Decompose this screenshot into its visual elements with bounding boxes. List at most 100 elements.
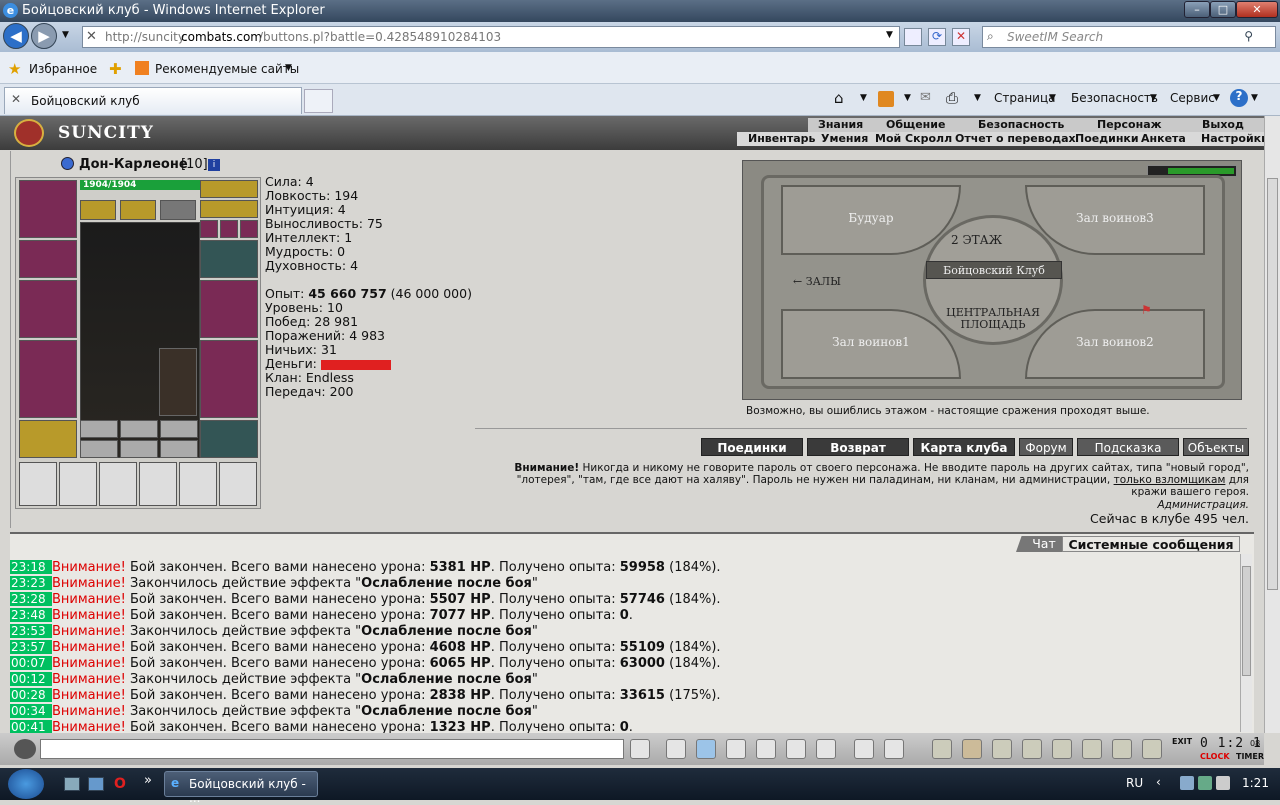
language-indicator[interactable]: RU bbox=[1126, 776, 1143, 790]
halls-link[interactable]: ← ЗАЛЫ bbox=[793, 275, 841, 288]
quicklaunch-more-icon[interactable]: » bbox=[144, 773, 152, 788]
url-dropdown-icon[interactable]: ▼ bbox=[886, 30, 893, 40]
pocket-slot-2[interactable] bbox=[120, 420, 158, 438]
return-button[interactable]: Возврат bbox=[807, 438, 909, 456]
filter-icon[interactable] bbox=[696, 739, 716, 759]
page-scrollbar-thumb[interactable] bbox=[1267, 178, 1278, 590]
submenu-my-scroll[interactable]: Мой Скролл bbox=[875, 132, 952, 145]
crackers-link[interactable]: только взломщикам bbox=[1114, 474, 1226, 486]
quicklaunch-opera-icon[interactable]: O bbox=[114, 776, 126, 792]
scroll-slot-3[interactable] bbox=[99, 462, 137, 506]
submenu-settings[interactable]: Настройки bbox=[1201, 132, 1269, 145]
home-icon[interactable]: ⌂ bbox=[834, 89, 844, 107]
log-time[interactable]: 23:23 bbox=[10, 576, 52, 590]
action-icon-1[interactable] bbox=[932, 739, 952, 759]
help-icon[interactable]: ? bbox=[1230, 89, 1248, 107]
chevron-down-icon[interactable]: ▼ bbox=[285, 63, 292, 73]
taskbar-ie-window[interactable]: e Бойцовский клуб - ... bbox=[164, 771, 318, 805]
timer-toggle[interactable]: TIMER bbox=[1236, 752, 1264, 761]
rune-slot-1[interactable] bbox=[80, 200, 116, 220]
gloves-slot[interactable] bbox=[200, 240, 258, 278]
log-time[interactable]: 00:28 bbox=[10, 688, 52, 702]
home-dropdown-icon[interactable]: ▼ bbox=[860, 93, 867, 103]
action-icon-6[interactable] bbox=[1082, 739, 1102, 759]
character-name[interactable]: Дон-Карлеоне bbox=[79, 157, 188, 172]
earrings-slot[interactable] bbox=[200, 200, 258, 218]
action-icon-8[interactable] bbox=[1142, 739, 1162, 759]
pocket-slot-6[interactable] bbox=[160, 440, 198, 458]
exit-button[interactable]: EXIT bbox=[1172, 737, 1192, 746]
chat-input[interactable] bbox=[40, 739, 624, 759]
favorites-button[interactable]: Избранное bbox=[29, 62, 97, 76]
pocket-slot-1[interactable] bbox=[80, 420, 118, 438]
eraser-icon[interactable] bbox=[666, 739, 686, 759]
tray-expand-icon[interactable]: ‹ bbox=[1156, 775, 1161, 789]
chat-scrollbar[interactable] bbox=[1240, 554, 1252, 732]
hint-button[interactable]: Подсказка bbox=[1077, 438, 1179, 456]
log-time[interactable]: 23:53 bbox=[10, 624, 52, 638]
menu-communication[interactable]: Общение bbox=[886, 118, 945, 131]
new-tab-button[interactable] bbox=[304, 89, 333, 113]
tray-volume-icon[interactable] bbox=[1216, 776, 1230, 790]
suggested-sites-button[interactable]: Рекомендуемые сайты bbox=[155, 62, 299, 76]
ring-slot-1[interactable] bbox=[200, 220, 218, 238]
action-icon-5[interactable] bbox=[1052, 739, 1072, 759]
action-icon-4[interactable] bbox=[1022, 739, 1042, 759]
armor-slot[interactable] bbox=[19, 340, 77, 418]
bracers-slot[interactable] bbox=[19, 240, 77, 278]
print-dropdown-icon[interactable]: ▼ bbox=[974, 93, 981, 103]
feeds-dropdown-icon[interactable]: ▼ bbox=[904, 93, 911, 103]
tab-fight-club[interactable]: ✕ Бойцовский клуб bbox=[4, 87, 302, 114]
info-icon[interactable]: i bbox=[208, 159, 220, 171]
menu-knowledge[interactable]: Знания bbox=[818, 118, 863, 131]
submenu-inventory[interactable]: Инвентарь bbox=[748, 132, 815, 145]
minimize-button[interactable]: – bbox=[1184, 1, 1210, 18]
objects-button[interactable]: Объекты bbox=[1183, 438, 1249, 456]
smiley-menu-icon[interactable] bbox=[14, 739, 36, 759]
close-window-button[interactable]: ✕ bbox=[1236, 1, 1278, 18]
log-time[interactable]: 23:57 bbox=[10, 640, 52, 654]
scroll-slot-6[interactable] bbox=[219, 462, 257, 506]
forward-arrow-icon[interactable]: ▶ bbox=[31, 23, 57, 49]
ring-slot-2[interactable] bbox=[220, 220, 238, 238]
tools-menu[interactable]: Сервис bbox=[1170, 91, 1215, 105]
pocket-slot-4[interactable] bbox=[80, 440, 118, 458]
quicklaunch-switch-icon[interactable] bbox=[88, 777, 104, 791]
tab-system-messages[interactable]: Системные сообщения bbox=[1062, 536, 1240, 552]
submenu-transfer-report[interactable]: Отчет о переводах bbox=[955, 132, 1076, 145]
menu-exit[interactable]: Выход bbox=[1202, 118, 1244, 131]
log-time[interactable]: 00:07 bbox=[10, 656, 52, 670]
submenu-duels[interactable]: Поединки bbox=[1075, 132, 1139, 145]
send-enter-icon[interactable] bbox=[630, 739, 650, 759]
boots-slot[interactable] bbox=[200, 420, 258, 458]
left-weapon-slot[interactable] bbox=[19, 280, 77, 338]
start-button[interactable] bbox=[8, 769, 44, 799]
action-icon-2[interactable] bbox=[962, 739, 982, 759]
tray-app-icon[interactable] bbox=[1198, 776, 1212, 790]
compat-view-icon[interactable] bbox=[904, 28, 922, 46]
fight-club-room[interactable]: Бойцовский Клуб bbox=[926, 261, 1062, 279]
channel-icon[interactable] bbox=[816, 739, 836, 759]
scroll-slot-5[interactable] bbox=[179, 462, 217, 506]
scroll-slot-1[interactable] bbox=[19, 462, 57, 506]
help-dropdown-icon[interactable]: ▼ bbox=[1251, 93, 1258, 103]
duels-button[interactable]: Поединки bbox=[701, 438, 803, 456]
mail-icon[interactable]: ✉ bbox=[920, 90, 931, 105]
rune-slot-2[interactable] bbox=[120, 200, 156, 220]
add-favorite-icon[interactable]: ✚ bbox=[109, 60, 122, 78]
palette-icon[interactable] bbox=[884, 739, 904, 759]
forum-button[interactable]: Форум bbox=[1019, 438, 1073, 456]
pet-avatar[interactable] bbox=[159, 348, 197, 416]
quicklaunch-desktop-icon[interactable] bbox=[64, 777, 80, 791]
submenu-skills[interactable]: Умения bbox=[821, 132, 868, 145]
system-clock[interactable]: 1:21 bbox=[1242, 776, 1269, 790]
log-time[interactable]: 23:18 bbox=[10, 560, 52, 574]
action-icon-3[interactable] bbox=[992, 739, 1012, 759]
submenu-profile[interactable]: Анкета bbox=[1141, 132, 1186, 145]
log-time[interactable]: 23:28 bbox=[10, 592, 52, 606]
stop-icon[interactable]: ✕ bbox=[952, 28, 970, 46]
safety-menu[interactable]: Безопасность bbox=[1071, 91, 1158, 105]
search-icon[interactable]: ⚲ bbox=[1244, 29, 1253, 43]
right-weapon-slot[interactable] bbox=[200, 280, 258, 338]
club-map-button[interactable]: Карта клуба bbox=[913, 438, 1015, 456]
